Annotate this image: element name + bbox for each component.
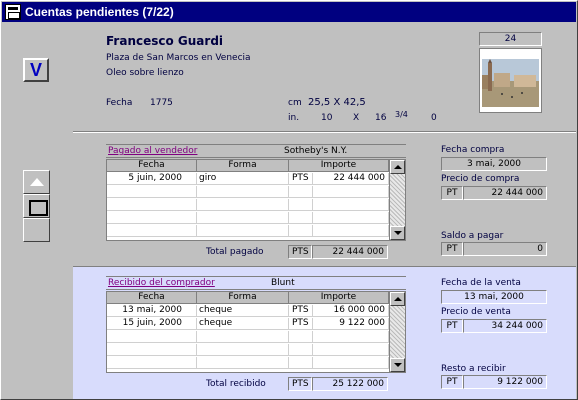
precio-venta-field[interactable]: 34 244 000 xyxy=(463,319,547,333)
table-row-empty[interactable] xyxy=(107,357,389,369)
venice-painting-image xyxy=(482,59,539,107)
saldo-currency: PT xyxy=(441,242,463,256)
precio-venta-label: Precio de venta xyxy=(441,307,511,317)
resto-currency: PT xyxy=(441,375,463,389)
col-header-forma[interactable]: Forma xyxy=(197,292,289,304)
item-number: 24 xyxy=(479,32,542,46)
resto-field[interactable]: 9 122 000 xyxy=(463,375,547,389)
row-fecha: 13 mai, 2000 xyxy=(107,305,197,317)
row-amount: 9 122 000 xyxy=(313,318,389,330)
left-toolbar: V xyxy=(3,23,73,399)
cm-dimensions: 25,5 X 42,5 xyxy=(308,97,366,108)
payments-table-box: Pagado al vendedor Sotheby's N.Y. Fecha … xyxy=(106,144,408,260)
recibido-del-comprador-link[interactable]: Recibido del comprador xyxy=(108,278,215,288)
fecha-compra-field[interactable]: 3 mai, 2000 xyxy=(441,157,547,171)
total-recibido-label: Total recibido xyxy=(206,379,266,389)
title-bar[interactable]: Cuentas pendientes (7/22) xyxy=(2,2,576,22)
scroll-up-arrow-icon[interactable] xyxy=(390,292,405,306)
table-row-empty[interactable] xyxy=(107,331,389,343)
payments-title-row: Pagado al vendedor Sotheby's N.Y. xyxy=(106,144,406,158)
resto-label: Resto a recibir xyxy=(441,364,506,374)
artwork-section: Francesco Guardi Plaza de San Marcos en … xyxy=(73,23,576,131)
table-row[interactable]: 5 juin, 2000 giro PTS 22 444 000 xyxy=(107,173,389,185)
saldo-field[interactable]: 0 xyxy=(463,242,547,256)
fecha-venta-field[interactable]: 13 mai, 2000 xyxy=(441,290,547,304)
fecha-compra-label: Fecha compra xyxy=(441,145,505,155)
purchase-section: Pagado al vendedor Sotheby's N.Y. Fecha … xyxy=(73,133,576,265)
table-row-empty[interactable] xyxy=(107,199,389,211)
fecha-value: 1775 xyxy=(150,98,173,108)
window-title: Cuentas pendientes (7/22) xyxy=(25,5,174,19)
receipts-table-box: Recibido del comprador Blunt Fecha Forma… xyxy=(106,276,408,392)
payments-scrollbar[interactable] xyxy=(389,160,405,240)
row-fecha: 5 juin, 2000 xyxy=(107,173,197,185)
artwork-thumbnail[interactable] xyxy=(479,48,542,113)
table-row-empty[interactable] xyxy=(107,212,389,224)
sale-section: Recibido del comprador Blunt Fecha Forma… xyxy=(73,266,576,399)
previous-record-button[interactable] xyxy=(23,170,50,194)
col-header-importe[interactable]: Importe xyxy=(289,160,389,172)
floppy-disk-icon xyxy=(5,4,21,20)
scroll-down-arrow-icon[interactable] xyxy=(390,226,405,240)
table-row-empty[interactable] xyxy=(107,225,389,237)
payments-table: Fecha Forma Importe 5 juin, 2000 giro PT… xyxy=(106,159,406,241)
inch-times: X xyxy=(353,113,360,123)
receipts-table: Fecha Forma Importe 13 mai, 2000 cheque … xyxy=(106,291,406,373)
total-pagado-amount: 22 444 000 xyxy=(312,245,388,259)
stop-square-button[interactable] xyxy=(23,194,50,218)
table-row-empty[interactable] xyxy=(107,344,389,356)
record-navigator xyxy=(23,170,50,245)
row-fecha: 15 juin, 2000 xyxy=(107,318,197,330)
artist-name: Francesco Guardi xyxy=(106,34,224,48)
row-forma: giro xyxy=(197,173,289,185)
artwork-title: Plaza de San Marcos en Venecia xyxy=(106,53,251,63)
row-forma: cheque xyxy=(197,305,289,317)
row-amount: 22 444 000 xyxy=(313,173,389,185)
col-header-importe[interactable]: Importe xyxy=(289,292,389,304)
next-record-button[interactable] xyxy=(23,218,50,242)
v-button[interactable]: V xyxy=(23,58,49,82)
col-header-forma[interactable]: Forma xyxy=(197,160,289,172)
inch-depth: 0 xyxy=(431,113,437,123)
seller-name: Sotheby's N.Y. xyxy=(284,146,348,156)
scroll-up-arrow-icon[interactable] xyxy=(390,160,405,174)
table-row[interactable]: 15 juin, 2000 cheque PTS 9 122 000 xyxy=(107,318,389,330)
precio-compra-field[interactable]: 22 444 000 xyxy=(463,186,547,200)
precio-venta-currency: PT xyxy=(441,319,463,333)
row-currency: PTS xyxy=(289,305,313,317)
row-currency: PTS xyxy=(289,318,313,330)
total-recibido-currency: PTS xyxy=(288,377,312,391)
total-pagado-currency: PTS xyxy=(288,245,312,259)
cuentas-window: Cuentas pendientes (7/22) V Francesco Gu… xyxy=(0,0,578,400)
receipts-scrollbar[interactable] xyxy=(389,292,405,372)
row-amount: 16 000 000 xyxy=(313,305,389,317)
total-recibido-amount: 25 122 000 xyxy=(312,377,388,391)
pagado-al-vendedor-link[interactable]: Pagado al vendedor xyxy=(108,146,197,156)
fecha-venta-label: Fecha de la venta xyxy=(441,278,521,288)
fecha-label: Fecha xyxy=(106,98,133,108)
receipts-title-row: Recibido del comprador Blunt xyxy=(106,276,406,290)
row-currency: PTS xyxy=(289,173,313,185)
col-header-fecha[interactable]: Fecha xyxy=(107,160,197,172)
inch-label: in. xyxy=(288,113,300,123)
total-pagado-label: Total pagado xyxy=(206,247,264,257)
table-row-empty[interactable] xyxy=(107,186,389,198)
col-header-fecha[interactable]: Fecha xyxy=(107,292,197,304)
artwork-medium: Oleo sobre lienzo xyxy=(106,68,184,78)
inch-height: 10 xyxy=(321,113,333,123)
inch-width: 16 xyxy=(375,113,387,123)
saldo-label: Saldo a pagar xyxy=(441,231,504,241)
inch-fraction: 3/4 xyxy=(395,110,408,119)
buyer-name: Blunt xyxy=(271,278,295,288)
cm-label: cm xyxy=(288,98,302,108)
precio-compra-currency: PT xyxy=(441,186,463,200)
row-forma: cheque xyxy=(197,318,289,330)
precio-compra-label: Precio de compra xyxy=(441,174,520,184)
table-row[interactable]: 13 mai, 2000 cheque PTS 16 000 000 xyxy=(107,305,389,317)
scroll-down-arrow-icon[interactable] xyxy=(390,358,405,372)
